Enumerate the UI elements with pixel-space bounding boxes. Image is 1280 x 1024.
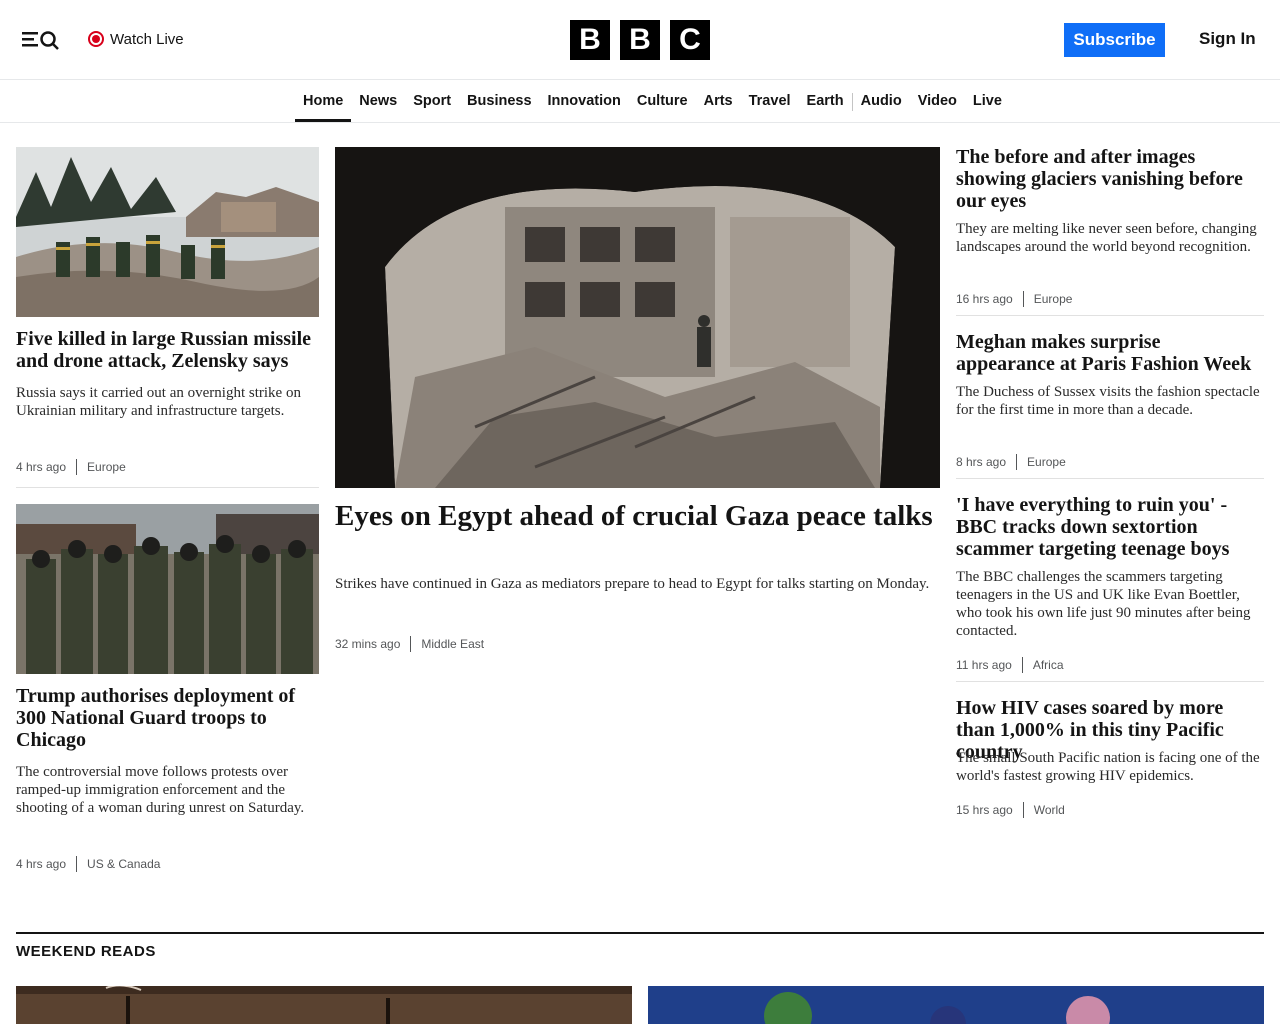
article-summary: The controversial move follows protests … bbox=[16, 764, 305, 816]
logo-letter: B bbox=[620, 20, 660, 60]
meta-divider bbox=[1021, 657, 1023, 673]
weekend-read-image-1[interactable] bbox=[16, 986, 632, 1024]
weekend-read-image-2[interactable] bbox=[648, 986, 1264, 1024]
nav-item-news[interactable]: News bbox=[351, 80, 405, 122]
menu-search-button[interactable] bbox=[20, 26, 64, 52]
article-time: 15 hrs ago bbox=[956, 803, 1013, 817]
nav-item-business[interactable]: Business bbox=[459, 80, 539, 122]
article-headline[interactable]: Meghan makes surprise appearance at Pari… bbox=[956, 331, 1264, 375]
weekend-read-photo bbox=[16, 986, 632, 1024]
article-category-link[interactable]: Europe bbox=[87, 460, 126, 474]
nav-item-arts[interactable]: Arts bbox=[696, 80, 741, 122]
nav-item-sport[interactable]: Sport bbox=[405, 80, 459, 122]
article-time: 32 mins ago bbox=[335, 637, 401, 651]
meta-divider bbox=[1022, 802, 1024, 818]
article-meta: 32 mins ago Middle East bbox=[335, 636, 484, 652]
weekend-reads-heading: WEEKEND READS bbox=[16, 943, 156, 960]
article-image-ukraine[interactable] bbox=[16, 147, 319, 317]
main-story-image[interactable] bbox=[335, 147, 940, 488]
article-summary: Russia says it carried out an overnight … bbox=[16, 385, 301, 419]
watch-live-link[interactable]: Watch Live bbox=[88, 28, 184, 50]
subscribe-button[interactable]: Subscribe bbox=[1064, 23, 1165, 57]
main-story-headline[interactable]: Eyes on Egypt ahead of crucial Gaza peac… bbox=[335, 500, 940, 532]
meta-divider bbox=[76, 459, 78, 475]
nav-item-innovation[interactable]: Innovation bbox=[540, 80, 629, 122]
article-time: 11 hrs ago bbox=[956, 658, 1012, 672]
rescue-scene-image bbox=[16, 147, 319, 317]
article-category-link[interactable]: Africa bbox=[1033, 658, 1064, 672]
article-category-link[interactable]: US & Canada bbox=[87, 857, 160, 871]
live-icon bbox=[88, 31, 104, 47]
article-divider bbox=[16, 487, 319, 488]
meta-divider bbox=[76, 856, 78, 872]
article-divider bbox=[956, 681, 1264, 682]
logo-letter: B bbox=[570, 20, 610, 60]
nav-item-audio[interactable]: Audio bbox=[853, 80, 910, 122]
nav-item-video[interactable]: Video bbox=[910, 80, 965, 122]
article-meta: 16 hrs ago Europe bbox=[956, 291, 1072, 307]
main-nav: Home News Sport Business Innovation Cult… bbox=[0, 80, 1280, 123]
article-image-chicago[interactable] bbox=[16, 504, 319, 674]
menu-search-icon bbox=[22, 31, 59, 50]
article-time: 8 hrs ago bbox=[956, 455, 1007, 469]
nav-item-travel[interactable]: Travel bbox=[741, 80, 799, 122]
article-summary: The Duchess of Sussex visits the fashion… bbox=[956, 384, 1260, 418]
article-headline[interactable]: Five killed in large Russian missile and… bbox=[16, 328, 320, 372]
nav-item-earth[interactable]: Earth bbox=[799, 80, 852, 122]
meta-divider bbox=[410, 636, 412, 652]
section-divider bbox=[16, 932, 1264, 934]
article-summary: They are melting like never seen before,… bbox=[956, 221, 1257, 255]
article-meta: 4 hrs ago Europe bbox=[16, 459, 126, 475]
meta-divider bbox=[1016, 454, 1018, 470]
article-time: 4 hrs ago bbox=[16, 460, 67, 474]
logo-letter: C bbox=[670, 20, 710, 60]
article-category-link[interactable]: World bbox=[1034, 803, 1065, 817]
article-headline[interactable]: The before and after images showing glac… bbox=[956, 146, 1264, 212]
national-guard-image bbox=[16, 504, 319, 674]
gaza-rubble-image bbox=[335, 147, 940, 488]
article-summary: The BBC challenges the scammers targetin… bbox=[956, 569, 1251, 639]
article-category-link[interactable]: Middle East bbox=[421, 637, 484, 651]
article-divider bbox=[956, 478, 1264, 479]
nav-item-live[interactable]: Live bbox=[965, 80, 1010, 122]
nav-item-home[interactable]: Home bbox=[295, 80, 352, 122]
main-story-summary: Strikes have continued in Gaza as mediat… bbox=[335, 576, 930, 592]
article-time: 16 hrs ago bbox=[956, 292, 1013, 306]
meta-divider bbox=[1022, 291, 1024, 307]
article-category-link[interactable]: Europe bbox=[1034, 292, 1073, 306]
article-headline[interactable]: Trump authorises deployment of 300 Natio… bbox=[16, 685, 320, 751]
top-header: Watch Live B B C Subscribe Sign In bbox=[0, 0, 1280, 80]
bbc-logo[interactable]: B B C bbox=[570, 20, 710, 60]
watch-live-label: Watch Live bbox=[110, 30, 184, 48]
weekend-read-photo bbox=[648, 986, 1264, 1024]
sign-in-link[interactable]: Sign In bbox=[1199, 29, 1256, 49]
article-category-link[interactable]: Europe bbox=[1027, 455, 1066, 469]
article-meta: 11 hrs ago Africa bbox=[956, 657, 1064, 673]
article-meta: 15 hrs ago World bbox=[956, 802, 1065, 818]
article-divider bbox=[956, 315, 1264, 316]
article-meta: 8 hrs ago Europe bbox=[956, 454, 1066, 470]
article-headline[interactable]: 'I have everything to ruin you' - BBC tr… bbox=[956, 494, 1264, 560]
article-time: 4 hrs ago bbox=[16, 857, 67, 871]
nav-item-culture[interactable]: Culture bbox=[629, 80, 696, 122]
article-meta: 4 hrs ago US & Canada bbox=[16, 856, 160, 872]
article-summary: The small South Pacific nation is facing… bbox=[956, 750, 1260, 784]
